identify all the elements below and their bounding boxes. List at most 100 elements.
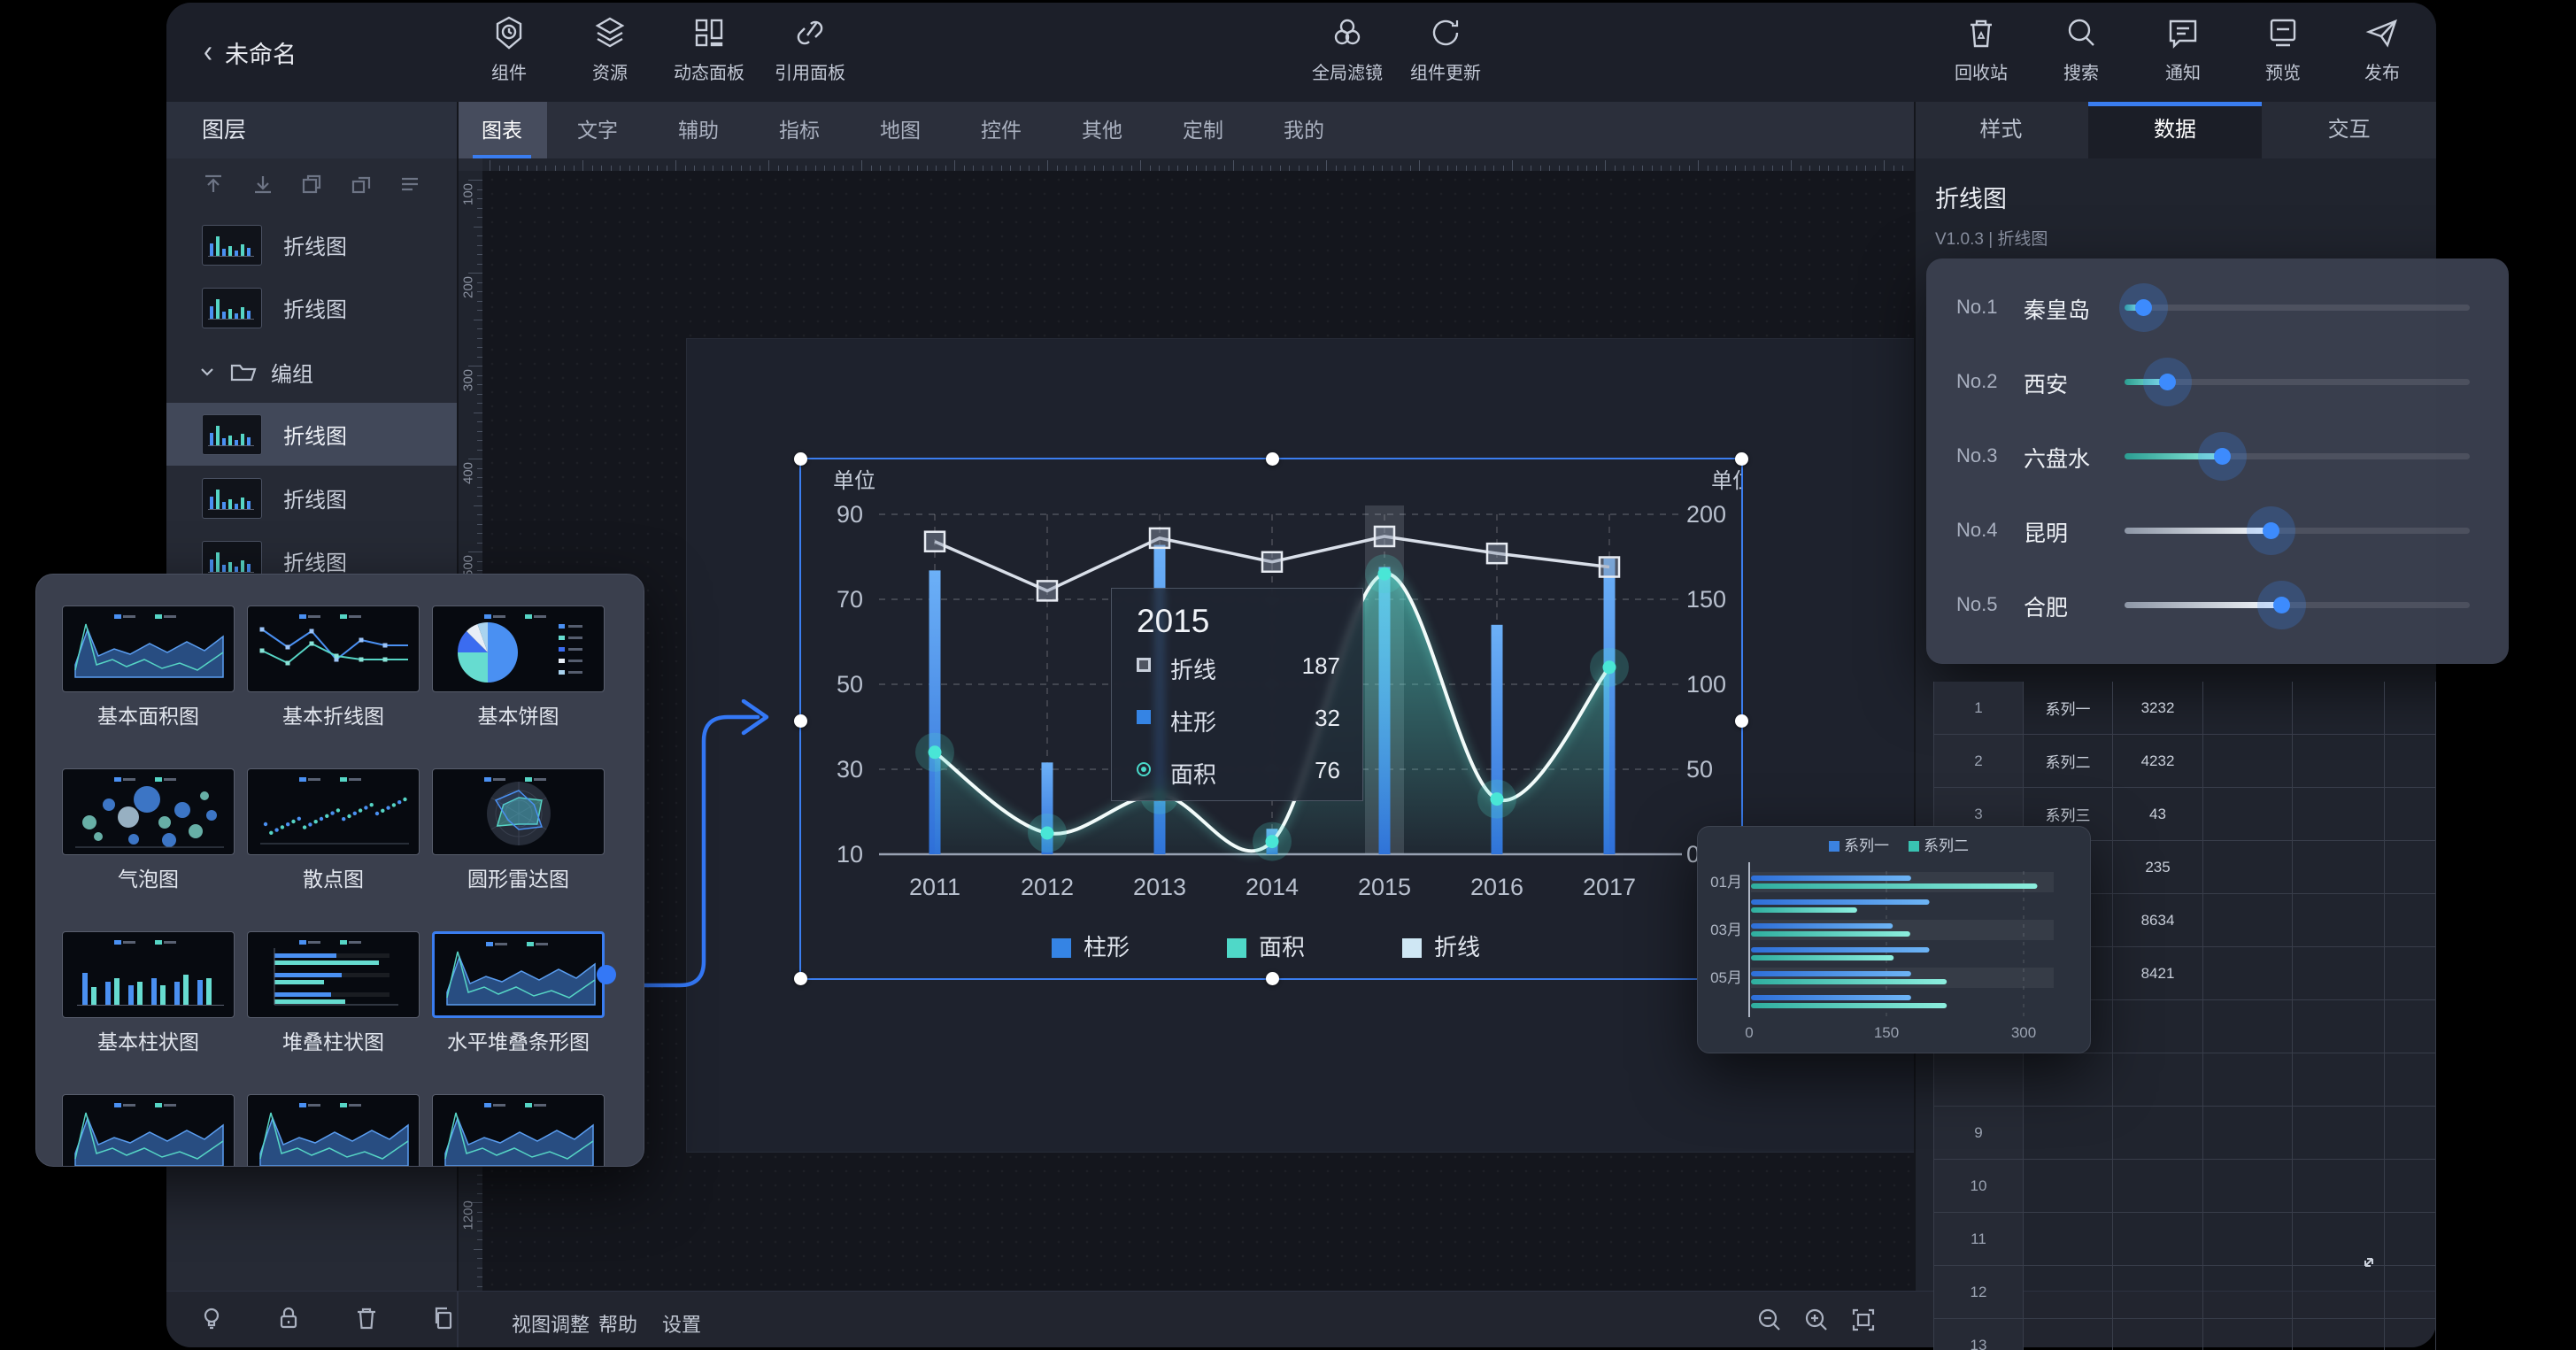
table-cell[interactable] — [2385, 682, 2436, 735]
table-cell[interactable] — [2293, 1160, 2385, 1213]
back-button[interactable]: ‹ 未命名 — [204, 3, 297, 102]
group-icon[interactable] — [300, 173, 323, 200]
table-cell[interactable]: 43 — [2113, 788, 2203, 841]
resize-handle[interactable] — [1735, 452, 1748, 466]
library-card[interactable]: 堆叠柱状图 — [247, 931, 420, 1073]
tab-indicator[interactable]: 指标 — [749, 102, 850, 158]
tab-text[interactable]: 文字 — [547, 102, 648, 158]
table-cell[interactable] — [2113, 1053, 2203, 1107]
table-cell[interactable] — [2024, 1266, 2113, 1319]
layer-item[interactable]: 折线图 — [166, 467, 457, 529]
table-cell[interactable] — [2293, 735, 2385, 788]
table-cell[interactable]: 系列一 — [2024, 682, 2113, 735]
layer-item[interactable]: 折线图 — [166, 213, 457, 276]
table-cell[interactable] — [2203, 894, 2293, 947]
resize-handle[interactable] — [1266, 972, 1279, 985]
menu-publish[interactable]: 发布 — [2325, 15, 2436, 84]
slider-thumb[interactable] — [2273, 597, 2290, 613]
tab-interaction[interactable]: 交互 — [2262, 102, 2436, 158]
table-cell[interactable] — [2385, 1107, 2436, 1160]
resize-diagonal-icon[interactable] — [2356, 1250, 2381, 1279]
table-cell[interactable] — [2024, 1053, 2113, 1107]
zoom-out-icon[interactable] — [1756, 1307, 1783, 1338]
delete-icon[interactable] — [353, 1305, 380, 1336]
table-cell[interactable] — [2203, 1000, 2293, 1053]
layer-group-row[interactable]: 编组 — [166, 343, 457, 400]
fit-screen-icon[interactable] — [1850, 1307, 1877, 1338]
table-cell[interactable] — [2203, 1266, 2293, 1319]
slider-thumb[interactable] — [2135, 299, 2152, 316]
table-cell[interactable] — [2113, 1107, 2203, 1160]
library-card[interactable]: 基本折线图 — [247, 606, 420, 747]
table-cell[interactable] — [2293, 682, 2385, 735]
table-cell[interactable] — [2293, 1000, 2385, 1053]
menu-resources[interactable]: 资源 — [552, 15, 667, 84]
table-cell[interactable] — [2293, 1053, 2385, 1107]
library-card[interactable] — [247, 1094, 420, 1167]
move-to-bottom-icon[interactable] — [251, 173, 274, 200]
table-cell[interactable] — [2293, 947, 2385, 1000]
slider-track[interactable] — [2125, 305, 2470, 311]
tab-others[interactable]: 其他 — [1052, 102, 1153, 158]
table-cell[interactable] — [2203, 735, 2293, 788]
library-card[interactable]: 基本饼图 — [432, 606, 605, 747]
table-cell[interactable]: 4232 — [2113, 735, 2203, 788]
table-cell[interactable] — [2203, 1213, 2293, 1266]
copy-icon[interactable] — [430, 1305, 457, 1336]
tab-data[interactable]: 数据 — [2088, 102, 2263, 158]
settings-button[interactable]: 设置 — [662, 1309, 701, 1338]
table-cell[interactable]: 8421 — [2113, 947, 2203, 1000]
table-cell[interactable] — [2203, 1319, 2293, 1350]
table-cell[interactable] — [2203, 682, 2293, 735]
lock-icon[interactable] — [275, 1305, 302, 1336]
table-cell[interactable] — [2385, 947, 2436, 1000]
menu-notifications[interactable]: 通知 — [2125, 15, 2241, 84]
move-to-top-icon[interactable] — [202, 173, 225, 200]
slider-thumb[interactable] — [2159, 374, 2176, 390]
tab-auxiliary[interactable]: 辅助 — [648, 102, 749, 158]
table-cell[interactable] — [2385, 1213, 2436, 1266]
idea-bulb-icon[interactable] — [198, 1305, 225, 1336]
slider-track[interactable] — [2125, 379, 2470, 385]
tab-charts[interactable]: 图表 — [457, 102, 547, 158]
table-cell[interactable] — [2203, 841, 2293, 894]
menu-reference-panel[interactable]: 引用面板 — [752, 15, 868, 84]
list-icon[interactable] — [398, 173, 421, 200]
table-cell[interactable] — [2113, 1266, 2203, 1319]
table-cell[interactable] — [2293, 841, 2385, 894]
table-cell[interactable] — [2113, 1160, 2203, 1213]
library-card[interactable]: 基本面积图 — [62, 606, 235, 747]
table-cell[interactable] — [2203, 788, 2293, 841]
resize-handle[interactable] — [1735, 714, 1748, 728]
table-cell[interactable] — [2293, 894, 2385, 947]
tab-mine[interactable]: 我的 — [1253, 102, 1354, 158]
table-cell[interactable] — [2293, 1107, 2385, 1160]
table-cell[interactable] — [2385, 735, 2436, 788]
library-card[interactable]: 基本柱状图 — [62, 931, 235, 1073]
table-cell[interactable] — [2385, 1319, 2436, 1350]
table-cell[interactable]: 235 — [2113, 841, 2203, 894]
library-card[interactable]: 圆形雷达图 — [432, 768, 605, 910]
table-cell[interactable] — [2024, 1107, 2113, 1160]
menu-dynamic-panel[interactable]: 动态面板 — [652, 15, 767, 84]
zoom-in-icon[interactable] — [1803, 1307, 1830, 1338]
slider-track[interactable] — [2125, 453, 2470, 459]
table-cell[interactable] — [2385, 841, 2436, 894]
table-cell[interactable] — [2024, 1319, 2113, 1350]
library-card[interactable]: 气泡图 — [62, 768, 235, 910]
table-cell[interactable] — [2385, 894, 2436, 947]
resize-handle[interactable] — [794, 452, 807, 466]
menu-search[interactable]: 搜索 — [2024, 15, 2139, 84]
table-cell[interactable] — [2203, 1107, 2293, 1160]
library-card[interactable] — [432, 1094, 605, 1167]
layer-item-selected[interactable]: 折线图 — [166, 403, 457, 466]
selection-frame[interactable] — [799, 458, 1743, 980]
table-cell[interactable] — [2203, 947, 2293, 1000]
table-cell[interactable] — [2385, 788, 2436, 841]
table-cell[interactable] — [2113, 1213, 2203, 1266]
layer-item[interactable]: 折线图 — [166, 276, 457, 339]
table-cell[interactable] — [2293, 788, 2385, 841]
table-cell[interactable]: 系列二 — [2024, 735, 2113, 788]
table-cell[interactable]: 3232 — [2113, 682, 2203, 735]
table-cell[interactable] — [2385, 1000, 2436, 1053]
